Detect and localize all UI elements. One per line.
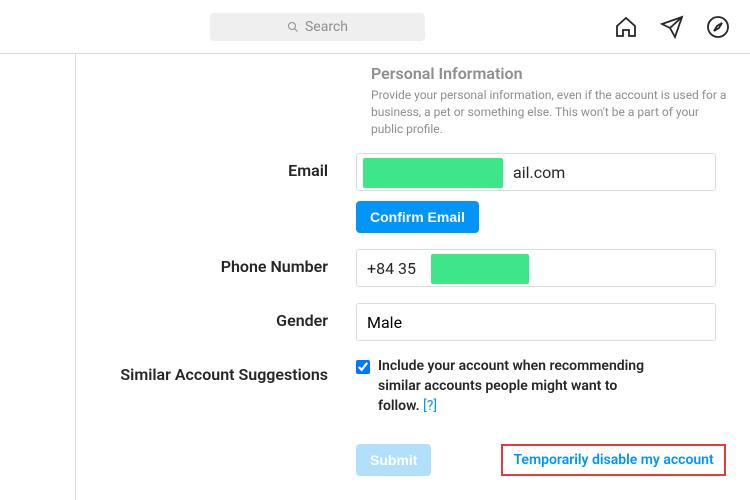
section-title: Personal Information xyxy=(371,64,750,83)
gender-row: Gender Male xyxy=(76,303,750,341)
messages-icon[interactable] xyxy=(660,15,684,39)
phone-input[interactable]: +84 35 xyxy=(356,249,716,287)
redacted-phone xyxy=(431,254,529,284)
suggestions-label: Similar Account Suggestions xyxy=(76,357,356,386)
search-placeholder: Search xyxy=(305,19,348,35)
home-icon[interactable] xyxy=(614,15,638,39)
email-input[interactable]: ail.com xyxy=(356,153,716,191)
confirm-email-button[interactable]: Confirm Email xyxy=(356,201,479,233)
main-content: Personal Information Provide your person… xyxy=(0,54,750,500)
explore-icon[interactable] xyxy=(706,15,730,39)
email-label: Email xyxy=(76,153,356,182)
suggestions-row: Similar Account Suggestions Include your… xyxy=(76,357,750,416)
suggestions-checkbox-label: Include your account when recommending s… xyxy=(378,357,648,416)
gender-input[interactable]: Male xyxy=(356,303,716,341)
gender-value: Male xyxy=(367,313,402,332)
redacted-email xyxy=(363,158,503,188)
section-heading: Personal Information Provide your person… xyxy=(371,64,750,137)
phone-row: Phone Number +84 35 xyxy=(76,249,750,287)
help-link[interactable]: [?] xyxy=(423,398,437,414)
gender-label: Gender xyxy=(76,303,356,332)
search-input[interactable]: Search xyxy=(210,13,425,41)
section-description: Provide your personal information, even … xyxy=(371,87,731,137)
settings-sidebar xyxy=(0,54,76,500)
email-row: Email ail.com xyxy=(76,153,750,191)
search-icon xyxy=(287,21,299,33)
top-bar: Search xyxy=(0,0,750,54)
bottom-row: Submit Temporarily disable my account xyxy=(356,444,750,476)
suggestions-checkbox[interactable] xyxy=(356,360,370,374)
phone-prefix: +84 35 xyxy=(367,259,416,278)
disable-account-link[interactable]: Temporarily disable my account xyxy=(501,444,725,476)
submit-button[interactable]: Submit xyxy=(356,444,431,476)
phone-label: Phone Number xyxy=(76,249,356,278)
email-suffix: ail.com xyxy=(513,163,565,182)
top-nav-icons xyxy=(614,15,730,39)
